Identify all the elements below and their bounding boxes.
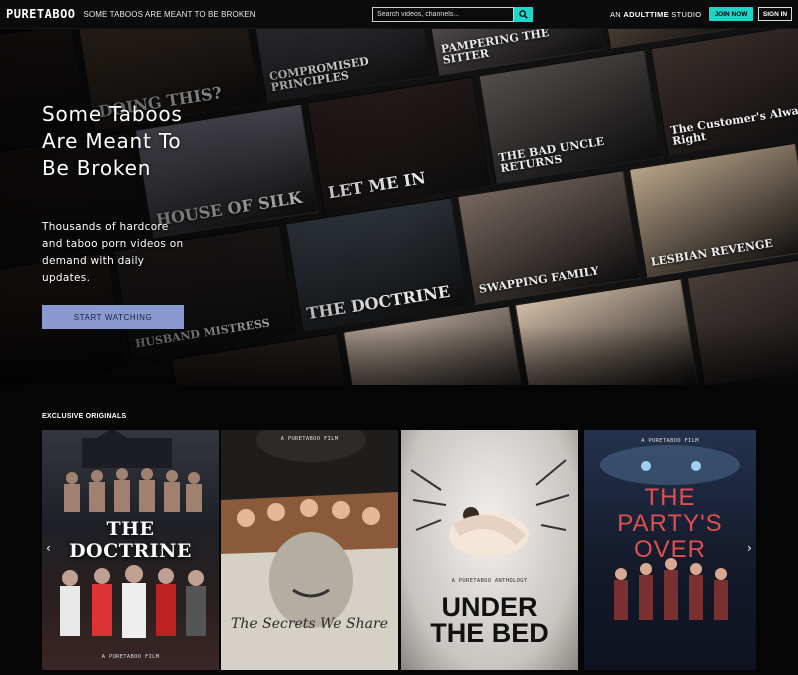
hero-bottom-fade <box>0 325 798 385</box>
search-bar <box>372 7 533 22</box>
studio-suffix: STUDIO <box>671 10 702 19</box>
search-button[interactable] <box>514 7 533 22</box>
search-input[interactable] <box>372 7 514 22</box>
hero-banner: DOLLDOING THIS?COMPROMISED PRINCIPLESPAM… <box>0 29 798 385</box>
sign-in-button[interactable]: SIGN IN <box>758 7 792 21</box>
poster-title: The Secrets We Share <box>231 616 388 632</box>
site-tagline: SOME TABOOS ARE MEANT TO BE BROKEN <box>83 9 256 19</box>
studio-credit: AN ADULTTIME STUDIO <box>610 10 701 19</box>
poster-title: UNDER THE BED <box>430 592 549 648</box>
poster-title: THE DOCTRINE <box>69 518 192 562</box>
poster-the-doctrine[interactable]: THE DOCTRINE A PURETABOO FILM <box>42 430 219 670</box>
carousel-next-arrow[interactable]: › <box>747 541 752 555</box>
top-navigation-bar: PURETABOO SOME TABOOS ARE MEANT TO BE BR… <box>0 0 798 29</box>
poster-brand: A PURETABOO FILM <box>641 438 699 444</box>
exclusive-originals-section: EXCLUSIVE ORIGINALS THE DOCTRINE A PURET… <box>0 385 798 675</box>
site-logo[interactable]: PURETABOO <box>6 7 76 21</box>
poster-brand: A PURETABOO ANTHOLOGY <box>451 578 528 584</box>
poster-brand: A PURETABOO FILM <box>101 654 160 660</box>
join-now-button[interactable]: JOIN NOW <box>709 7 753 21</box>
poster-brand: A PURETABOO FILM <box>280 436 339 442</box>
poster-art-secrets <box>221 430 398 628</box>
carousel-prev-arrow[interactable]: ‹ <box>46 541 51 555</box>
studio-prefix: AN <box>610 10 622 19</box>
section-heading: EXCLUSIVE ORIGINALS <box>42 413 127 420</box>
search-icon <box>519 10 528 19</box>
start-watching-button[interactable]: START WATCHING <box>42 305 184 329</box>
poster-the-secrets-we-share[interactable]: A PURETABOO FILM The Secrets We Share <box>221 430 398 670</box>
poster-title: THE PARTY'S OVER <box>617 484 723 563</box>
poster-under-the-bed[interactable]: A PURETABOO ANTHOLOGY UNDER THE BED <box>401 430 578 670</box>
studio-brand[interactable]: ADULTTIME <box>623 10 668 19</box>
poster-the-partys-over[interactable]: A PURETABOO FILM THE PARTY'S OVER <box>584 430 756 670</box>
hero-subtitle: Thousands of hardcore and taboo porn vid… <box>42 221 184 284</box>
hero-title: Some Taboos Are Meant To Be Broken <box>42 102 183 180</box>
